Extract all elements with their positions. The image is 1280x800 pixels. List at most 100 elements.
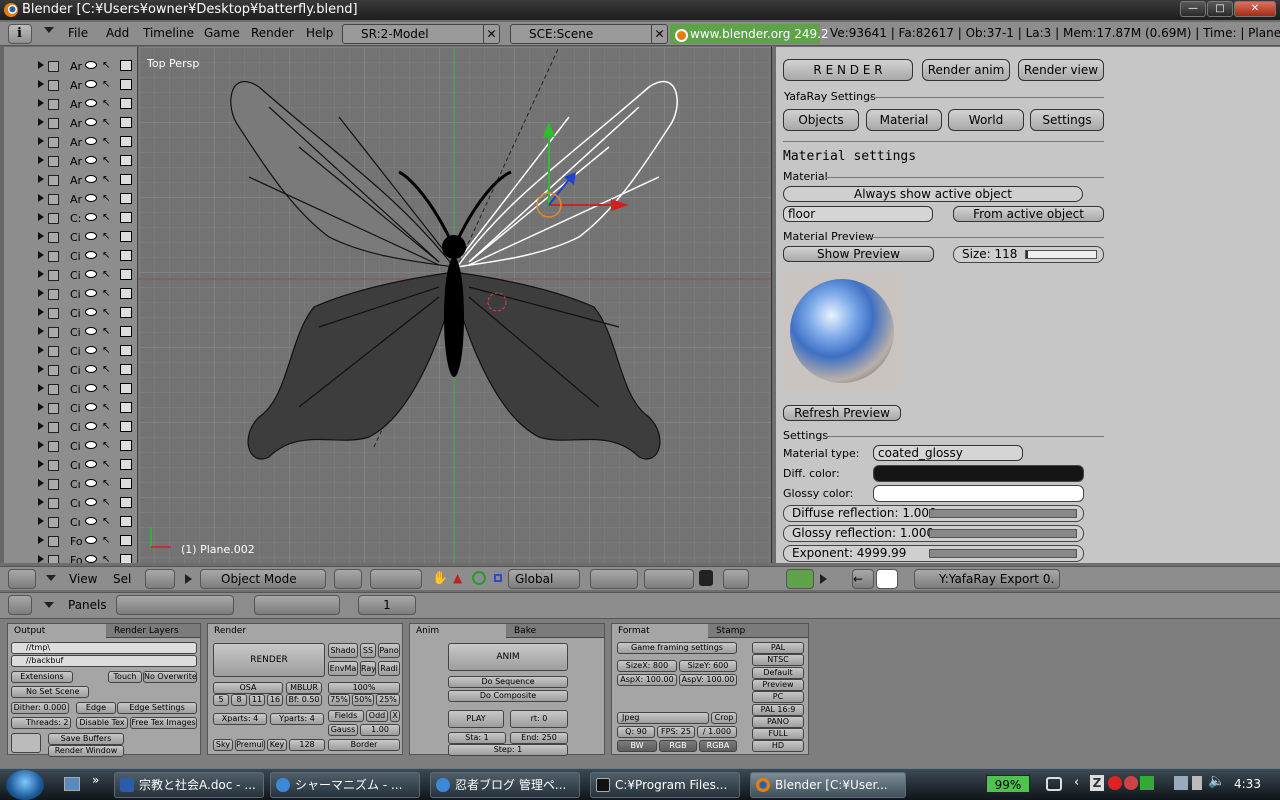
xparts-field[interactable]: Xparts: 4 [213,713,267,725]
outliner-object-name[interactable]: Ci [70,421,81,434]
render-camera-icon[interactable] [120,231,132,242]
outliner-editor-type-button[interactable] [8,569,36,589]
selectable-arrow-icon[interactable]: ↖ [102,136,110,147]
tray-icon-green[interactable] [1140,776,1154,790]
hand-icon[interactable]: ✋ [432,571,448,586]
visibility-eye-icon[interactable] [85,213,97,221]
selectable-arrow-icon[interactable]: ↖ [102,421,110,432]
selectable-arrow-icon[interactable]: ↖ [102,212,110,223]
outliner-object-name[interactable]: Ci [70,402,81,415]
selectable-arrow-icon[interactable]: ↖ [102,440,110,451]
render-camera-icon[interactable] [120,535,132,546]
no-overwrite-toggle[interactable]: No Overwrite [143,671,197,683]
extensions-toggle[interactable]: Extensions [11,671,73,683]
format-preset-button[interactable]: Default [752,666,804,679]
minimize-button[interactable]: — [1180,1,1206,17]
outliner-object-name[interactable]: Ci [70,383,81,396]
glossy-reflection-slider[interactable]: Glossy reflection: 1.000 [783,525,1084,542]
sizex-field[interactable]: SizeX: 800 [617,660,677,672]
selectable-arrow-icon[interactable]: ↖ [102,79,110,90]
selectable-arrow-icon[interactable]: ↖ [102,193,110,204]
outliner-row[interactable]: Ci ↖ [0,247,136,266]
render-camera-icon[interactable] [120,478,132,489]
expand-arrow-icon[interactable] [38,422,44,430]
format-preset-button[interactable]: HD [752,740,804,753]
render-camera-icon[interactable] [120,307,132,318]
scene-delete-icon[interactable]: ✕ [651,25,667,43]
expand-arrow-icon[interactable] [38,517,44,525]
menu-select[interactable]: Sel [113,572,133,586]
expand-arrow-icon[interactable] [38,61,44,69]
outliner-object-name[interactable]: Ar [70,174,82,187]
selectable-arrow-icon[interactable]: ↖ [102,516,110,527]
3d-viewport[interactable]: Top Persp (1) Plane.002 [139,47,772,563]
gauss-toggle[interactable]: Gauss [328,724,358,736]
osa-16-toggle[interactable]: 16 [267,694,283,706]
expand-arrow-icon[interactable] [38,99,44,107]
format-preset-button[interactable]: PC [752,691,804,704]
render-camera-icon[interactable] [120,98,132,109]
image-format-select[interactable]: Jpeg [617,712,709,724]
tab-stamp[interactable]: Stamp [710,624,808,638]
selectable-arrow-icon[interactable]: ↖ [102,60,110,71]
outliner-row[interactable]: Ar ↖ [0,76,136,95]
osa-8-toggle[interactable]: 8 [231,694,247,706]
outliner-object-name[interactable]: Ci [70,250,81,263]
menu-render[interactable]: Render [251,26,294,40]
format-preset-button[interactable]: NTSC [752,654,804,667]
outliner-object-name[interactable]: Cı [70,478,81,491]
outliner-row[interactable]: Ci ↖ [0,361,136,380]
ray-toggle[interactable]: Ray [360,661,376,676]
outliner-object-name[interactable]: Ar [70,98,82,111]
tab-anim[interactable]: Anim [410,624,506,638]
refresh-preview-button[interactable]: Refresh Preview [783,405,901,421]
outliner-object-name[interactable]: C: [70,212,81,225]
render-camera-icon[interactable] [120,383,132,394]
diffuse-reflection-slider[interactable]: Diffuse reflection: 1.000 [783,505,1084,522]
outliner-row[interactable]: Ci ↖ [0,285,136,304]
resolution-25-toggle[interactable]: 25% [376,694,400,706]
visibility-eye-icon[interactable] [85,99,97,107]
selectable-arrow-icon[interactable]: ↖ [102,307,110,318]
render-camera-icon[interactable] [120,288,132,299]
render-camera-icon[interactable] [120,60,132,71]
render-camera-icon[interactable] [120,155,132,166]
expand-arrow-icon[interactable] [38,555,44,563]
sky-toggle[interactable]: Sky [213,739,233,751]
disable-tex-toggle[interactable]: Disable Tex [76,717,128,729]
rgba-toggle[interactable]: RGBA [699,740,737,752]
diff-color-swatch[interactable] [873,465,1084,482]
info-editor-type-button[interactable]: i [8,24,32,44]
format-preset-button[interactable]: Preview [752,678,804,691]
format-preset-button[interactable]: PANO [752,715,804,728]
outliner-object-name[interactable]: Cı [70,516,81,529]
key-toggle[interactable]: Key [267,739,287,751]
tray-icon-red[interactable] [1108,776,1122,790]
fps-base-field[interactable]: / 1.000 [697,726,737,738]
outliner-object-name[interactable]: Ci [70,269,81,282]
visibility-eye-icon[interactable] [85,365,97,373]
quality-field[interactable]: Q: 90 [617,726,655,738]
outliner-row[interactable]: Ci ↖ [0,418,136,437]
taskbar-clock[interactable]: 4:33 [1234,777,1261,791]
rotate-manipulator-icon[interactable] [472,571,486,585]
yparts-field[interactable]: Yparts: 4 [270,713,324,725]
save-buffers-toggle[interactable]: Save Buffers [48,733,124,745]
expand-arrow-icon[interactable] [38,479,44,487]
task-word-document[interactable]: 宗教と社会A.doc - ... [114,772,264,798]
preview-size-slider[interactable]: Size: 118 [953,246,1104,263]
outliner-object-name[interactable]: Fo [70,554,83,563]
render-view-button[interactable]: Render view [1018,59,1104,81]
selectable-arrow-icon[interactable]: ↖ [102,250,110,261]
tab-render[interactable]: Render [208,624,402,638]
outliner-row[interactable]: Cı ↖ [0,456,136,475]
outliner-row[interactable]: Ar ↖ [0,57,136,76]
lock-icon[interactable] [699,570,713,586]
expand-arrow-icon[interactable] [38,175,44,183]
expand-arrow-icon[interactable] [38,156,44,164]
buttons-collapse-icon[interactable] [44,602,54,608]
expand-arrow-icon[interactable] [38,289,44,297]
visibility-eye-icon[interactable] [85,61,97,69]
outliner-row[interactable]: Ar ↖ [0,133,136,152]
material-type-select[interactable]: coated_glossy [873,445,1023,461]
